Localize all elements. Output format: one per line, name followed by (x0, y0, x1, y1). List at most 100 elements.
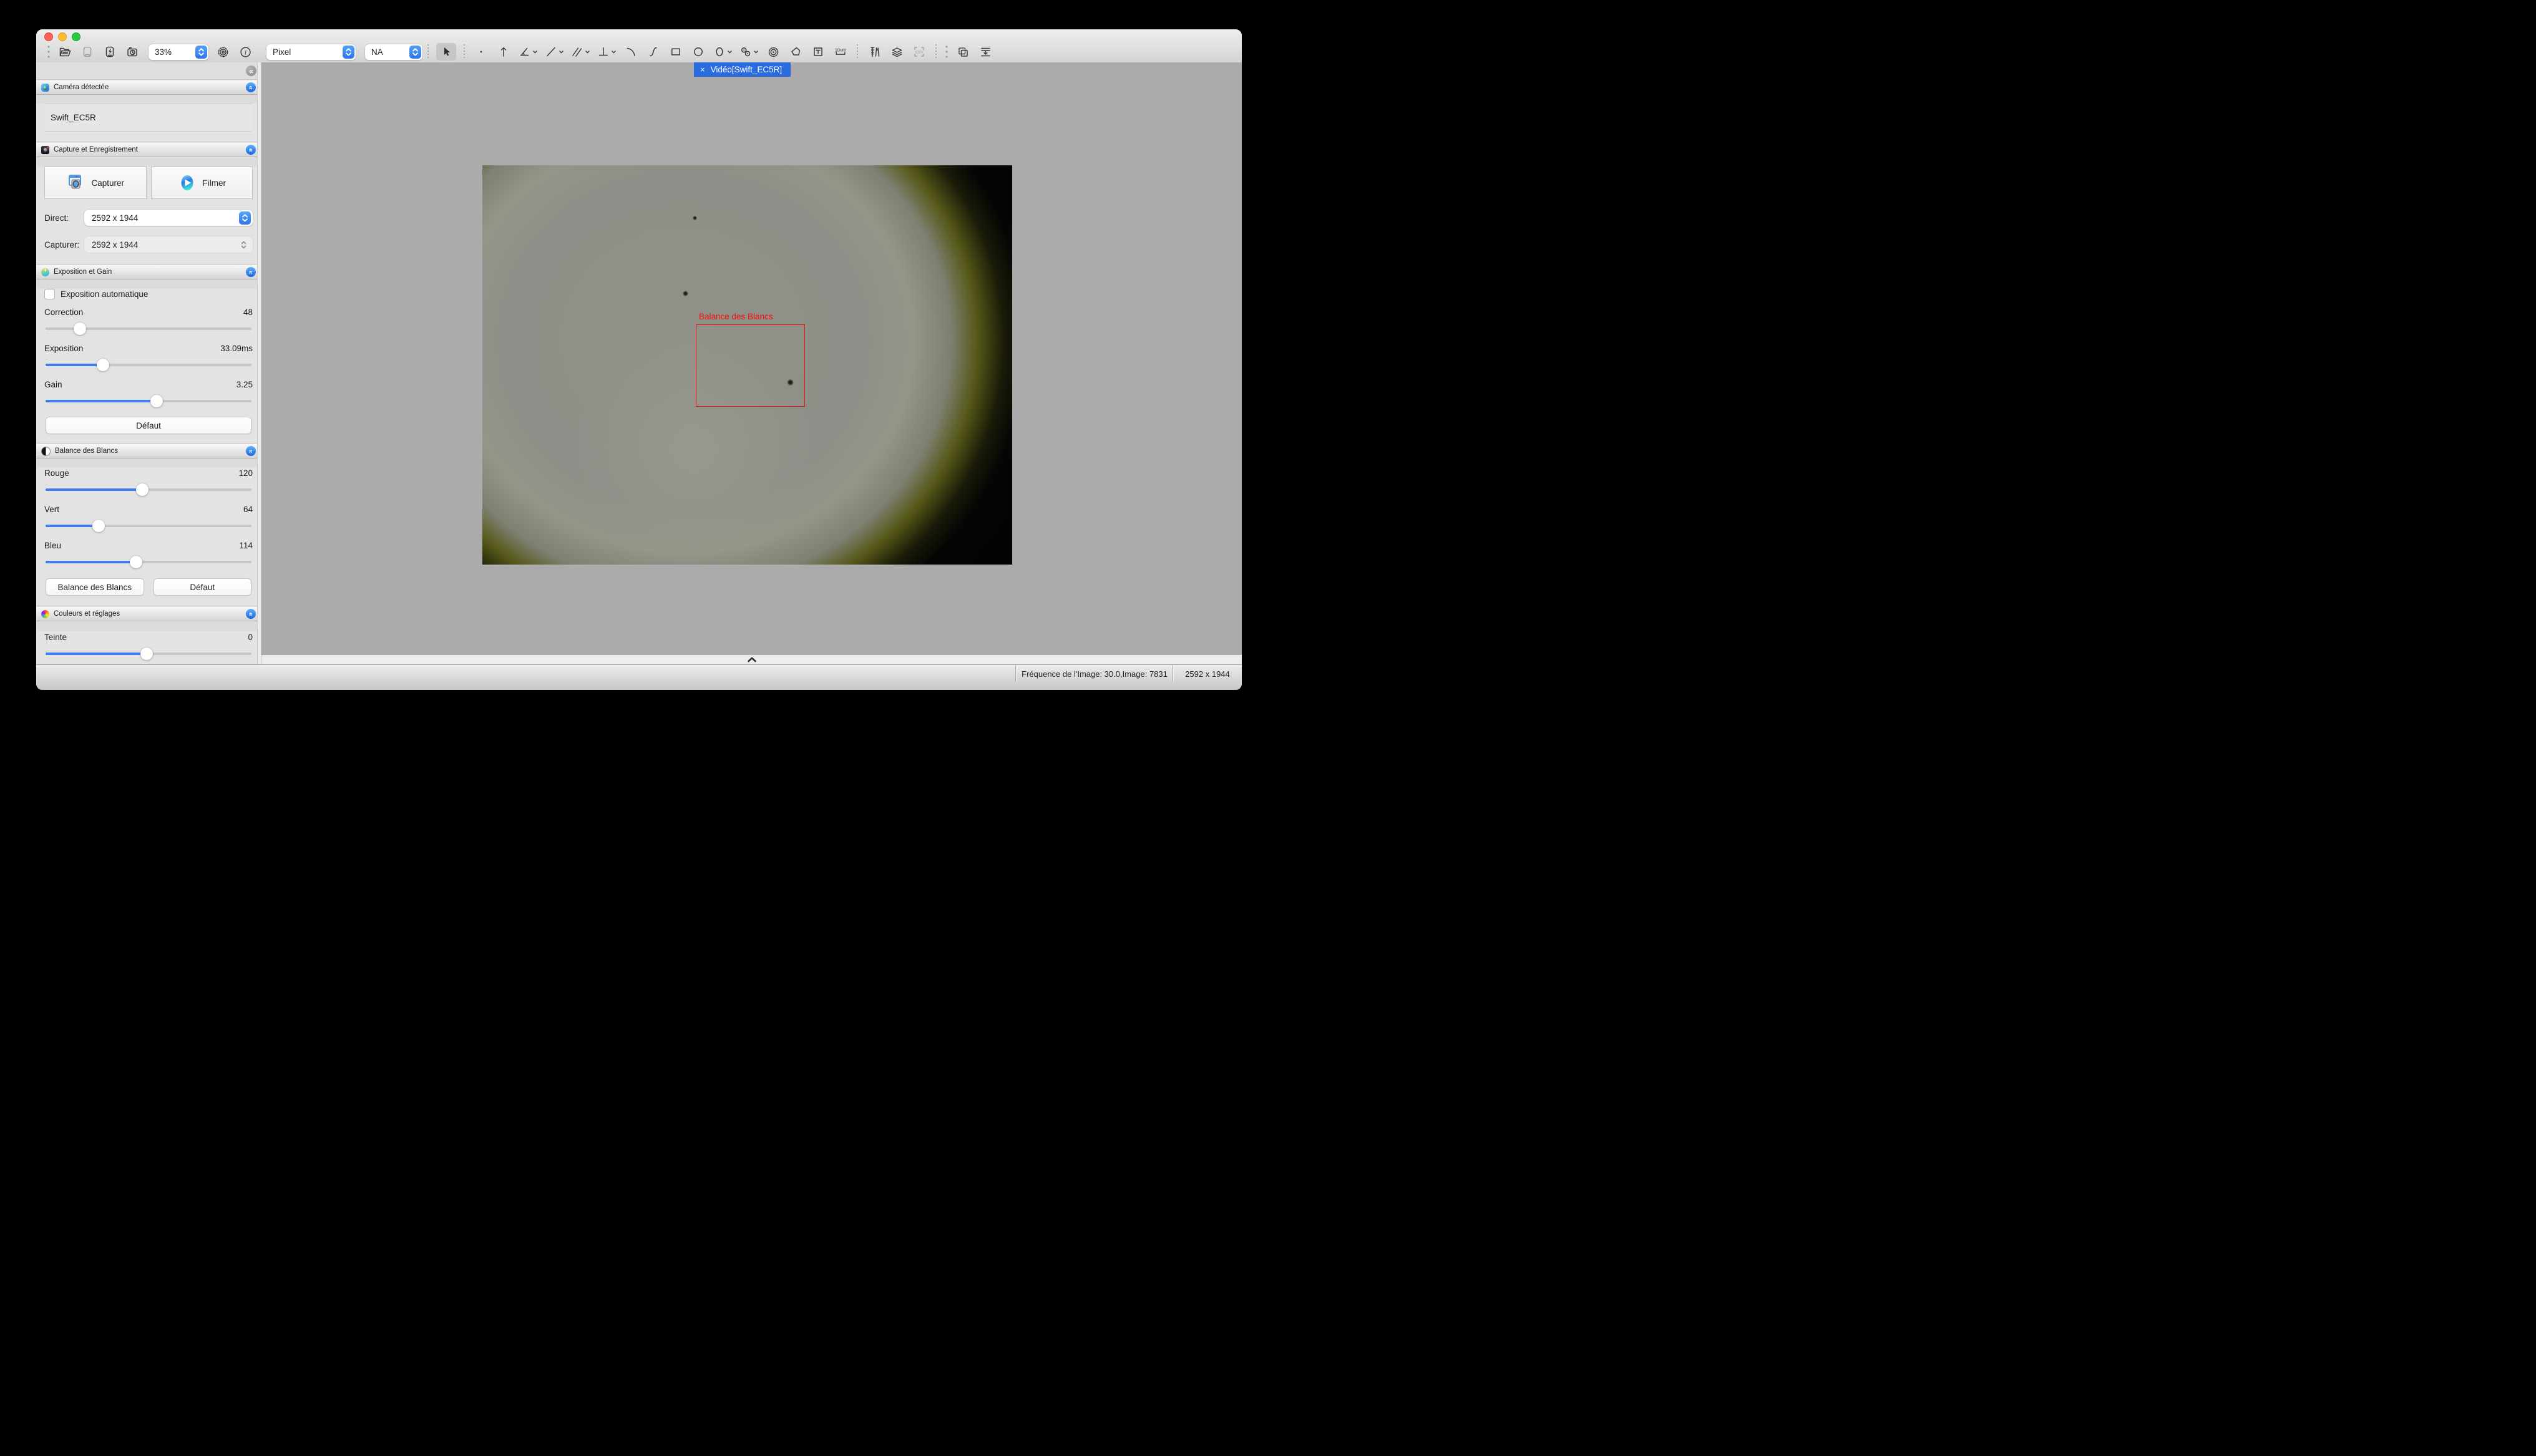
auto-exposure-row: Exposition automatique (44, 289, 253, 299)
tab-video-label: Vidéo[Swift_EC5R] (711, 65, 783, 74)
white-balance-default-button[interactable]: Défaut (154, 578, 252, 596)
select-cursor-tool[interactable] (436, 43, 456, 61)
white-balance-button[interactable]: Balance des Blancs (46, 578, 144, 596)
info-icon[interactable]: i (238, 45, 252, 59)
panel-header-colors[interactable]: Couleurs et réglages « (36, 606, 261, 621)
capture-button[interactable]: Capturer (44, 167, 147, 199)
slider-thumb[interactable] (92, 520, 105, 532)
close-window-button[interactable] (44, 32, 53, 41)
camera-list-item[interactable]: Swift_EC5R (46, 104, 251, 132)
sidebar-collapse-button[interactable]: « (246, 66, 256, 76)
arrow-tool-icon[interactable] (497, 45, 510, 59)
collapse-panel-button[interactable]: « (246, 267, 256, 277)
panel-header-capture[interactable]: Capture et Enregistrement « (36, 142, 261, 157)
slider-thumb[interactable] (136, 483, 149, 496)
correction-slider[interactable] (44, 322, 253, 336)
chevron-down-icon (585, 46, 590, 57)
chevron-down-icon (611, 46, 617, 57)
exposure-slider[interactable] (44, 358, 253, 372)
collapse-panel-button[interactable]: « (246, 145, 256, 155)
angle-tool[interactable] (518, 45, 538, 59)
panel-header-exposure[interactable]: Exposition et Gain « (36, 265, 261, 279)
direct-resolution-select[interactable]: 2592 x 1944 (84, 210, 253, 226)
blue-slider[interactable] (44, 555, 253, 569)
open-file-icon[interactable] (58, 45, 72, 59)
chevron-down-icon (532, 46, 538, 57)
chevron-down-icon (727, 46, 733, 57)
circle-tool-icon[interactable] (691, 45, 705, 59)
zoom-select[interactable]: 33% (149, 44, 208, 60)
capture-resolution-select[interactable]: 2592 x 1944 (84, 236, 253, 253)
point-tool-icon[interactable] (474, 45, 488, 59)
parallel-lines-tool[interactable] (570, 45, 590, 59)
stepper-icon[interactable] (343, 46, 354, 59)
stepper-icon (240, 241, 251, 249)
arc-tool-icon[interactable] (624, 45, 638, 59)
flatten-export-icon[interactable] (978, 45, 992, 59)
layers-icon[interactable] (890, 45, 904, 59)
line-tool[interactable] (544, 45, 564, 59)
toolbar-drag-handle (945, 45, 948, 59)
stepper-icon[interactable] (195, 46, 207, 59)
text-tool-icon[interactable] (811, 45, 825, 59)
gain-slider[interactable] (44, 394, 253, 408)
scale-bar-tool-icon[interactable]: 10um (834, 45, 847, 59)
red-label: Rouge (44, 468, 69, 478)
panel-title: Exposition et Gain (54, 268, 112, 276)
toolbar-reveal-strip[interactable] (261, 655, 1242, 665)
main-content: « Caméra détectée « Swift_EC5R Capture e… (36, 62, 1242, 665)
capture-resolution-value: 2592 x 1944 (92, 240, 138, 250)
panel-body-exposure: Exposition automatique Correction 48 Exp… (36, 289, 261, 444)
dust-speck (693, 216, 697, 220)
collapse-panel-button[interactable]: « (246, 609, 256, 619)
separator (857, 44, 858, 59)
tab-video[interactable]: × Vidéo[Swift_EC5R] (694, 62, 791, 77)
camera-capture-icon[interactable] (103, 45, 117, 59)
copy-icon[interactable] (956, 45, 970, 59)
hue-slider[interactable] (44, 647, 253, 661)
na-select[interactable]: NA (365, 44, 422, 60)
slider-thumb[interactable] (97, 359, 109, 371)
curve-tool-icon[interactable] (646, 45, 660, 59)
zoom-window-button[interactable] (72, 32, 80, 41)
close-tab-icon[interactable]: × (700, 65, 705, 74)
panel-title: Balance des Blancs (55, 447, 118, 455)
white-balance-overlay-label: Balance des Blancs (699, 312, 773, 321)
camera-timer-icon[interactable] (125, 45, 139, 59)
red-slider[interactable] (44, 483, 253, 497)
exposure-icon (41, 268, 49, 276)
stepper-icon[interactable] (239, 211, 251, 225)
minimize-window-button[interactable] (58, 32, 67, 41)
panel-header-camera[interactable]: Caméra détectée « (36, 80, 261, 95)
white-balance-region[interactable] (696, 324, 805, 407)
sidebar-scrollbar[interactable] (257, 62, 261, 665)
perpendicular-tool[interactable] (597, 45, 617, 59)
unit-select[interactable]: Pixel (266, 44, 356, 60)
ellipse-tool[interactable] (713, 45, 733, 59)
slider-thumb[interactable] (74, 323, 86, 335)
gain-label: Gain (44, 380, 62, 389)
video-canvas: Balance des Blancs × Vidéo[Swift_EC5R] (261, 62, 1242, 665)
green-slider[interactable] (44, 519, 253, 533)
annulus-tool-icon[interactable] (766, 45, 780, 59)
panel-header-white-balance[interactable]: Balance des Blancs « (36, 444, 261, 459)
slider-thumb[interactable] (140, 648, 153, 660)
caliper-icon[interactable] (867, 45, 881, 59)
slider-thumb[interactable] (130, 556, 142, 568)
polygon-tool-icon[interactable] (789, 45, 802, 59)
stepper-icon[interactable] (409, 46, 421, 59)
slider-thumb[interactable] (150, 395, 163, 407)
film-button-label: Filmer (203, 178, 227, 188)
rectangle-tool-icon[interactable] (669, 45, 683, 59)
collapse-panel-button[interactable]: « (246, 446, 256, 456)
blue-label: Bleu (44, 541, 61, 550)
collapse-panel-button[interactable]: « (246, 82, 256, 92)
film-button[interactable]: Filmer (151, 167, 253, 199)
chevron-up-icon (747, 657, 757, 662)
settings-gear-icon[interactable] (216, 45, 230, 59)
auto-exposure-checkbox[interactable] (44, 289, 55, 299)
hue-label: Teinte (44, 633, 67, 642)
linked-circles-tool[interactable] (739, 45, 759, 59)
video-feed[interactable]: Balance des Blancs (482, 165, 1012, 565)
exposure-default-button[interactable]: Défaut (46, 417, 251, 434)
